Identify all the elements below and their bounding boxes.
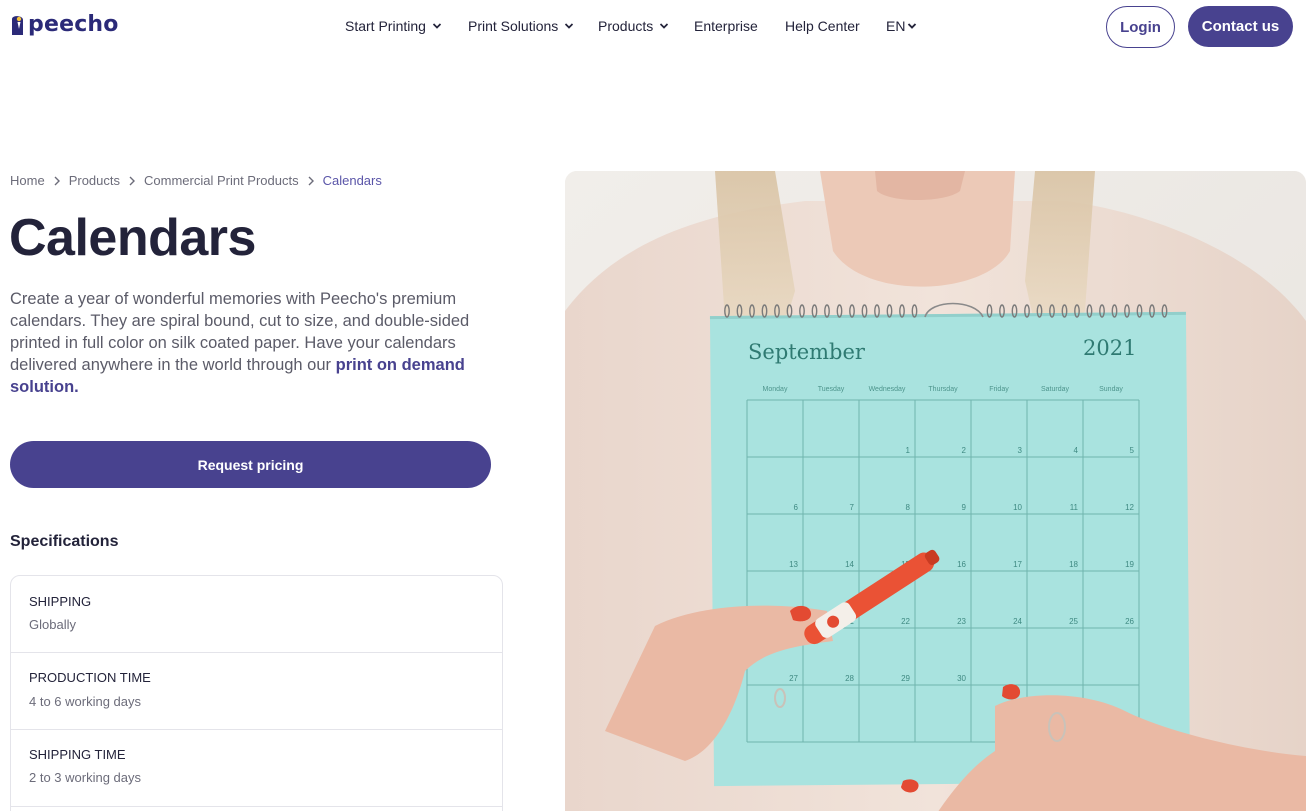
day-number: 28 [845,674,854,683]
nav-print-solutions[interactable]: Print Solutions [468,16,574,36]
weekday-label: Tuesday [818,386,845,393]
day-number: 27 [789,674,798,683]
day-number: 10 [1013,503,1022,512]
weekday-label: Monday [763,386,788,393]
nav-products[interactable]: Products [598,16,669,36]
chevron-down-icon [660,23,669,29]
day-number: 8 [906,503,911,512]
weekday-label: Sunday [1099,386,1123,393]
day-number: 17 [1013,560,1022,569]
spec-row-shipping-time: SHIPPING TIME 2 to 3 working days [11,730,502,807]
request-pricing-button[interactable]: Request pricing [10,441,491,488]
calendar-photo: September 2021 Monday Tuesday Wednesday Thu… [565,171,1306,811]
nav-label: Enterprise [694,18,758,34]
chevron-right-icon [54,176,60,186]
language-label: EN [886,18,906,34]
breadcrumb: Home Products Commercial Print Products … [10,172,382,190]
day-number: 5 [1130,446,1135,455]
spec-label: PRODUCTION TIME [29,670,151,685]
breadcrumb-commercial-print[interactable]: Commercial Print Products [144,172,299,190]
page-title: Calendars [9,209,256,267]
peecho-logo[interactable]: peecho [10,12,119,38]
breadcrumb-home[interactable]: Home [10,172,45,190]
chevron-right-icon [129,176,135,186]
chevron-down-icon [565,23,574,29]
spec-row-production-time: PRODUCTION TIME 4 to 6 working days [11,653,502,730]
page-description: Create a year of wonderful memories with… [10,288,505,398]
login-button[interactable]: Login [1106,6,1175,48]
day-number: 24 [1013,617,1022,626]
day-number: 4 [1074,446,1079,455]
spec-label: SHIPPING TIME [29,747,126,762]
hero-image: September 2021 Monday Tuesday Wednesday Thu… [565,171,1306,811]
day-number: 12 [1125,503,1134,512]
nav-label: Products [598,18,654,34]
specifications-heading: Specifications [10,533,119,550]
chevron-right-icon [308,176,314,186]
day-number: 11 [1070,503,1079,512]
chevron-down-icon [908,23,917,29]
nav-enterprise[interactable]: Enterprise [694,16,758,36]
day-number: 25 [1069,617,1078,626]
day-number: 13 [789,560,798,569]
day-number: 2 [962,446,967,455]
day-number: 3 [1018,446,1023,455]
contact-us-button[interactable]: Contact us [1188,6,1293,47]
specifications-table: SHIPPING Globally PRODUCTION TIME 4 to 6… [10,575,503,811]
weekday-label: Wednesday [869,386,906,393]
day-number: 19 [1125,560,1134,569]
breadcrumb-products[interactable]: Products [69,172,120,190]
logo-wordmark: peecho [28,12,119,37]
nav-help-center[interactable]: Help Center [785,16,860,36]
weekday-label: Saturday [1041,386,1070,393]
logo-icon [12,16,23,35]
spec-label: SHIPPING [29,594,92,609]
day-number: 30 [957,674,966,683]
chevron-down-icon [432,23,442,29]
site-header: peecho Start Printing Print Solutions Pr… [0,0,1315,54]
spec-value: Globally [29,617,76,632]
nav-start-printing[interactable]: Start Printing [345,16,442,36]
day-number: 1 [906,446,911,455]
nav-label: Help Center [785,18,860,34]
language-selector[interactable]: EN [886,16,917,36]
day-number: 7 [850,503,855,512]
day-number: 22 [901,617,910,626]
spec-row-shipping: SHIPPING Globally [11,576,502,653]
weekday-label: Friday [989,386,1009,393]
day-number: 29 [901,674,910,683]
day-number: 18 [1069,560,1078,569]
nav-label: Print Solutions [468,18,559,34]
calendar-month: September [748,340,866,364]
spec-value: 4 to 6 working days [29,694,142,709]
day-number: 14 [845,560,854,569]
calendar-year: 2021 [1083,336,1136,360]
day-number: 9 [962,503,967,512]
day-number: 16 [957,560,966,569]
nav-label: Start Printing [345,18,426,34]
day-number: 26 [1125,617,1134,626]
weekday-label: Thursday [928,386,958,393]
breadcrumb-current: Calendars [322,173,382,188]
day-number: 6 [794,503,799,512]
spec-value: 2 to 3 working days [29,770,142,785]
day-number: 23 [957,617,966,626]
